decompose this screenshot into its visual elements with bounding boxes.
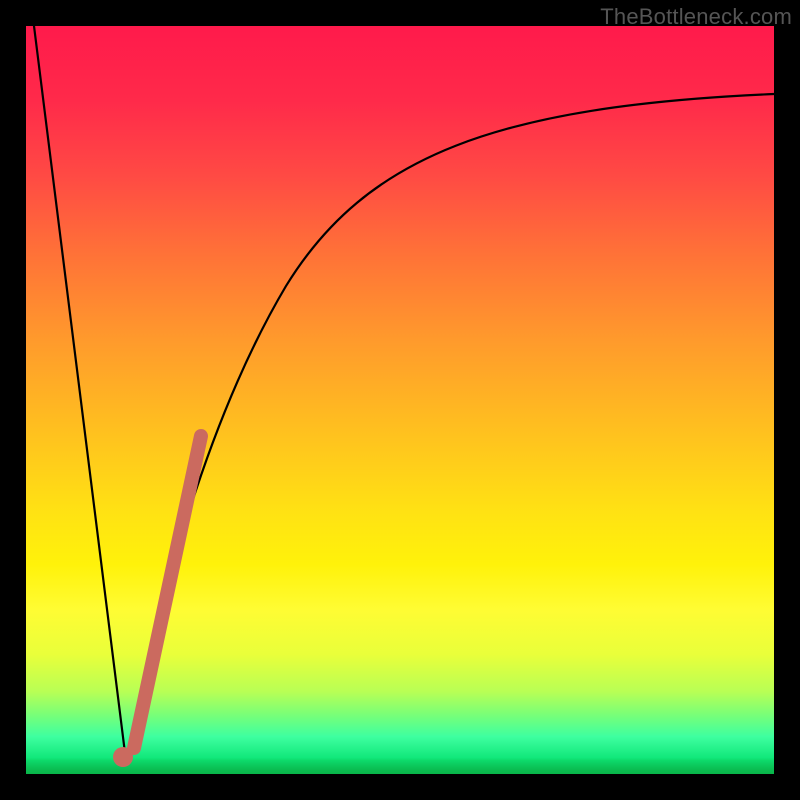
- accent-dot: [113, 747, 133, 767]
- bottleneck-curve-right: [126, 94, 774, 761]
- chart-frame: TheBottleneck.com: [0, 0, 800, 800]
- curve-layer: [26, 26, 774, 774]
- bottleneck-curve-left: [34, 26, 126, 761]
- gradient-background: [26, 26, 774, 774]
- accent-segment: [134, 436, 201, 748]
